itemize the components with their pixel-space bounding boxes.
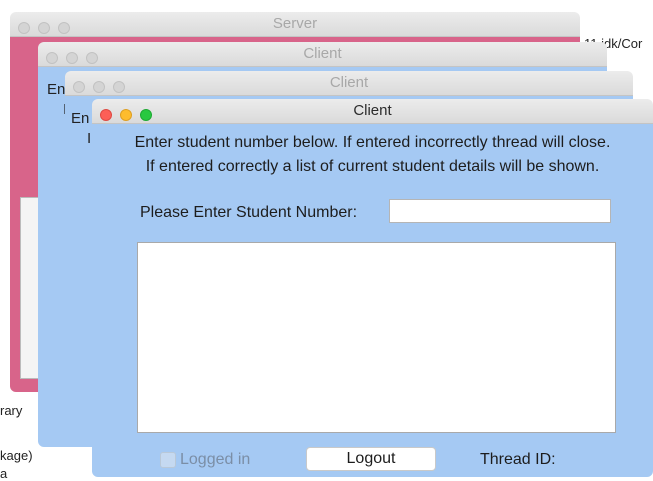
instruction-line-1: Enter student number below. If entered i…: [134, 134, 611, 151]
client-titlebar[interactable]: Client: [65, 71, 633, 96]
client-window-active[interactable]: Client Enter student number below. If en…: [92, 99, 653, 477]
window-title: Client: [353, 102, 392, 119]
zoom-icon[interactable]: [86, 52, 98, 64]
zoom-icon[interactable]: [140, 109, 152, 121]
client-titlebar[interactable]: Client: [92, 99, 653, 124]
client-titlebar[interactable]: Client: [38, 42, 607, 67]
window-title: Server: [272, 15, 318, 32]
zoom-icon[interactable]: [58, 22, 70, 34]
minimize-icon[interactable]: [66, 52, 78, 64]
window-title: Client: [303, 45, 342, 62]
logged-in-checkbox[interactable]: [160, 452, 176, 468]
minimize-icon[interactable]: [93, 81, 105, 93]
close-icon[interactable]: [18, 22, 30, 34]
student-number-input[interactable]: [389, 199, 611, 223]
window-title: Client: [329, 74, 369, 91]
client-body: Enter student number below. If entered i…: [92, 124, 653, 477]
close-icon[interactable]: [46, 52, 58, 64]
instruction-line-2: If entered correctly a list of current s…: [145, 158, 600, 175]
minimize-icon[interactable]: [38, 22, 50, 34]
background-text-rary: rary: [0, 403, 23, 418]
student-details-output[interactable]: [137, 242, 616, 433]
logged-in-checkbox-row: Logged in: [160, 451, 250, 471]
server-titlebar[interactable]: Server: [10, 12, 580, 37]
logged-in-label: Logged in: [180, 451, 251, 468]
instruction-fragment: En: [71, 110, 90, 127]
instruction-fragment: En: [47, 81, 66, 98]
student-number-label: Please Enter Student Number:: [140, 204, 358, 221]
close-icon[interactable]: [73, 81, 85, 93]
zoom-icon[interactable]: [113, 81, 125, 93]
logout-button[interactable]: Logout: [306, 447, 436, 471]
instruction-fragment: I: [87, 130, 92, 147]
thread-id-label: Thread ID:: [480, 451, 556, 468]
minimize-icon[interactable]: [120, 109, 132, 121]
background-text-kage: kage): [0, 448, 33, 463]
close-icon[interactable]: [100, 109, 112, 121]
